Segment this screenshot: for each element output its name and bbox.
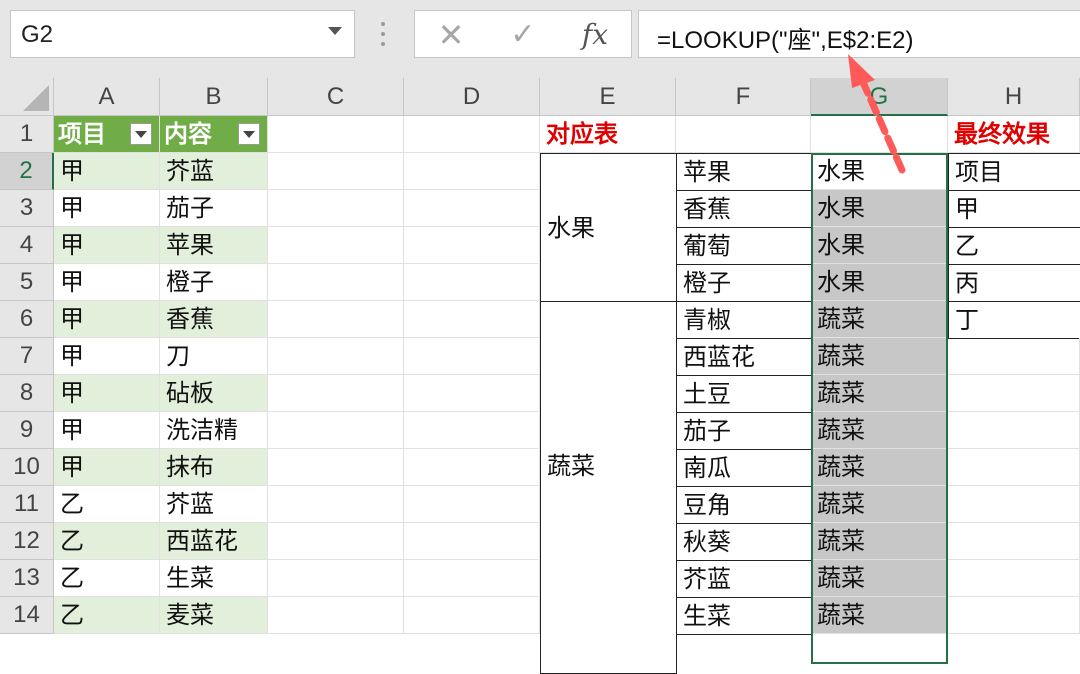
arrow-head xyxy=(848,54,875,88)
arrow-shaft xyxy=(858,76,906,174)
annotation-arrow xyxy=(848,54,906,174)
